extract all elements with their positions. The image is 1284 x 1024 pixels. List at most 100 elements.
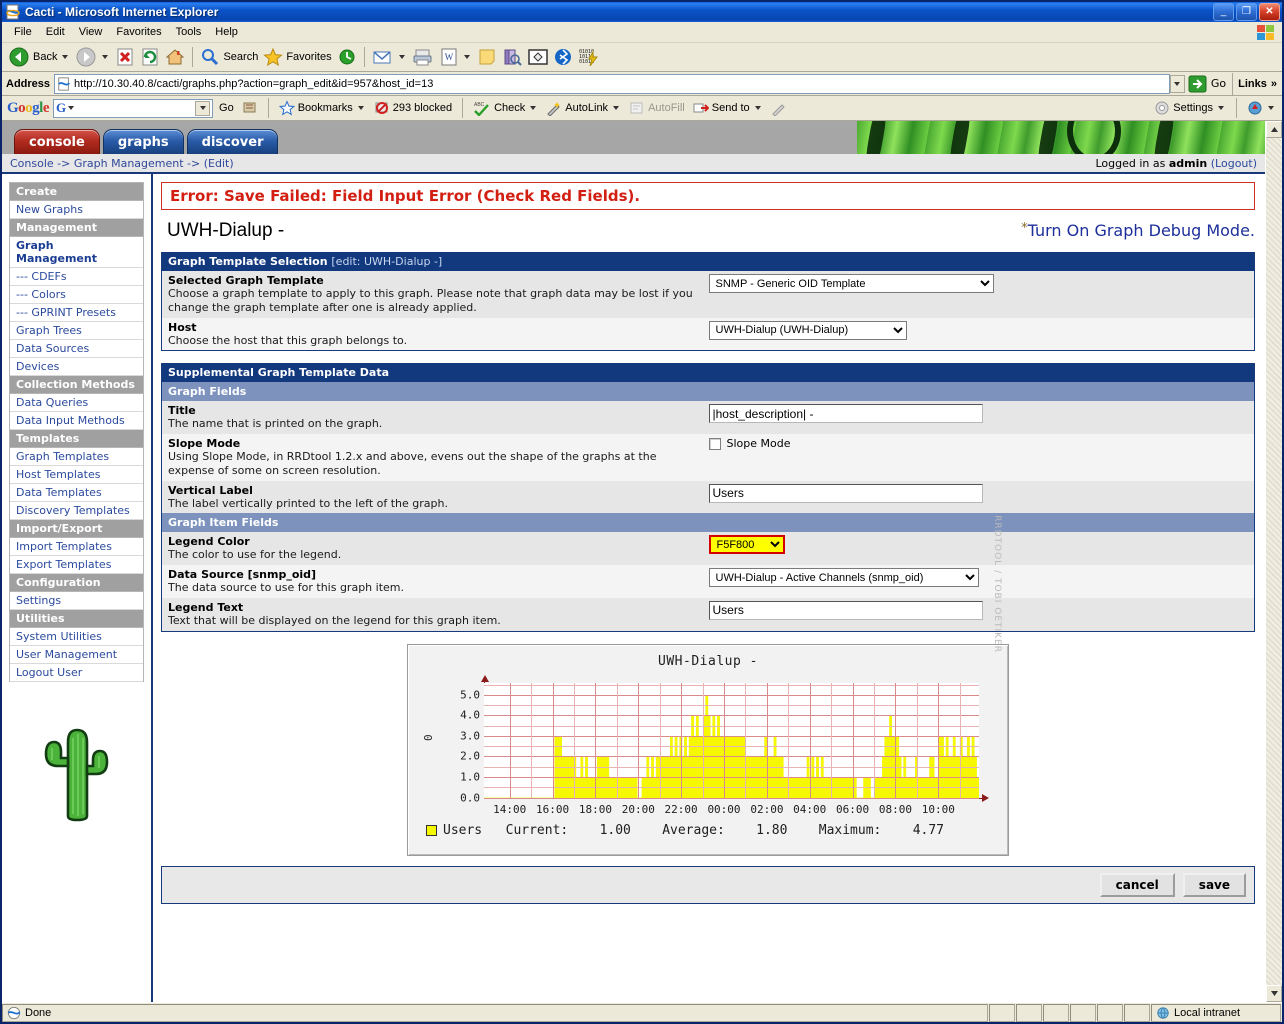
sidebar-item-user-management[interactable]: User Management [10,646,143,664]
host-select[interactable]: UWH-Dialup (UWH-Dialup) [708,320,907,340]
toolbar-separator-1 [192,47,194,67]
bluetooth-button[interactable] [552,45,574,69]
main-content: Error: Save Failed: Field Input Error (C… [153,174,1265,1002]
cancel-button[interactable]: cancel [1099,872,1175,897]
data-source-select[interactable]: UWH-Dialup - Active Channels (snmp_oid) [708,568,979,587]
sidebar-item-data-templates[interactable]: Data Templates [10,484,143,502]
google-autolink-button[interactable]: AutoLink [544,96,623,120]
google-highlight-button[interactable] [240,96,260,120]
chevron-down-icon[interactable] [62,55,69,59]
sidebar-item-host-templates[interactable]: Host Templates [10,466,143,484]
edit-word-button[interactable]: W [437,45,474,69]
close-button[interactable]: ✕ [1259,3,1280,21]
page-scrollbar[interactable] [1265,121,1282,1002]
research-button[interactable] [500,45,524,69]
grid-line-vertical-minor [831,682,833,798]
sidebar-item-data-queries[interactable]: Data Queries [10,394,143,412]
sidebar-item-export-templates[interactable]: Export Templates [10,556,143,574]
sidebar-item-colors[interactable]: --- Colors [10,286,143,304]
sidebar-item-data-sources[interactable]: Data Sources [10,340,143,358]
save-button[interactable]: save [1182,872,1246,897]
chevron-down-icon-forward[interactable] [102,55,109,59]
vertical-label-input[interactable] [708,483,983,503]
menu-tools[interactable]: Tools [169,24,209,40]
google-search-input[interactable]: G [53,98,214,118]
scroll-down-button[interactable] [1266,985,1282,1002]
menu-favorites[interactable]: Favorites [109,24,168,40]
logout-link[interactable]: (Logout) [1211,157,1257,170]
sidebar-item-graph-management[interactable]: Graph Management [10,237,143,268]
messenger-button[interactable] [525,45,551,69]
restore-button[interactable]: ❐ [1236,3,1257,21]
google-bookmarks-button[interactable]: Bookmarks [277,96,368,120]
google-search-dropdown[interactable] [195,100,211,116]
sidebar-item-graph-templates[interactable]: Graph Templates [10,448,143,466]
google-check-button[interactable]: ABC Check [471,96,540,120]
tab-graphs[interactable]: graphs [102,129,184,154]
google-pencil-button[interactable] [769,96,789,120]
google-go-button[interactable]: Go [217,96,236,120]
logged-in-prefix: Logged in as [1095,156,1169,170]
go-button[interactable]: Go [1185,73,1232,95]
stop-button[interactable] [113,45,137,69]
sidebar-item-import-templates[interactable]: Import Templates [10,538,143,556]
menu-file[interactable]: File [7,24,39,40]
menu-help[interactable]: Help [208,24,245,40]
scroll-up-button[interactable] [1266,121,1282,138]
refresh-button[interactable] [138,45,162,69]
menu-view[interactable]: View [72,24,110,40]
back-button[interactable]: Back [6,45,72,69]
forward-button[interactable] [73,45,112,69]
legend-color-select[interactable]: F5F800 [708,535,785,555]
sidebar-item-gprint-presets[interactable]: --- GPRINT Presets [10,304,143,322]
selected-graph-template-select[interactable]: SNMP - Generic OID Template [708,274,994,293]
mail-button[interactable] [370,45,409,69]
binary-tool-button[interactable]: 01010 10110 01011 [575,45,605,69]
chevron-down-icon-edit[interactable] [463,55,470,59]
sidebar-item-logout-user[interactable]: Logout User [10,664,143,682]
chevron-down-icon-autolink[interactable] [613,106,620,110]
search-button[interactable]: Search [198,45,260,69]
graph-debug-mode-link[interactable]: *Turn On Graph Debug Mode. [1021,221,1255,240]
favorites-button[interactable]: Favorites [261,45,333,69]
legend-text-input[interactable] [708,600,983,620]
address-dropdown-button[interactable] [1169,74,1185,93]
google-popup-blocker[interactable]: 293 blocked [372,96,454,120]
menu-edit[interactable]: Edit [39,24,72,40]
google-sendto-button[interactable]: Send to [691,96,765,120]
chevron-down-icon-sendto[interactable] [754,106,761,110]
security-zone-pane[interactable]: Local intranet [1151,1003,1281,1022]
sidebar-item-discovery-templates[interactable]: Discovery Templates [10,502,143,520]
sidebar-item-data-input-methods[interactable]: Data Input Methods [10,412,143,430]
tab-discover[interactable]: discover [186,129,279,154]
breadcrumb-bar: Console -> Graph Management -> (Edit) Lo… [2,154,1265,174]
rrd-graph: UWH-Dialup - 0 RRDTOOL / TOBI OETIKER 0.… [407,515,1009,856]
sidebar-item-new-graphs[interactable]: New Graphs [10,201,143,219]
chevron-down-icon-acrobat[interactable] [1268,106,1274,110]
data-source-value-cell: UWH-Dialup - Active Channels (snmp_oid) [702,565,1255,598]
home-button[interactable] [163,45,187,69]
chevron-down-icon-mail[interactable] [398,55,405,59]
acrobat-button[interactable] [1245,96,1278,120]
minimize-button[interactable]: _ [1213,3,1234,21]
sidebar-item-cdefs[interactable]: --- CDEFs [10,268,143,286]
sidebar-item-graph-trees[interactable]: Graph Trees [10,322,143,340]
title-input[interactable] [708,404,983,424]
sidebar-item-devices[interactable]: Devices [10,358,143,376]
sidebar-item-system-utilities[interactable]: System Utilities [10,628,143,646]
chevron-down-icon-bookmarks[interactable] [357,106,364,110]
sidebar-item-settings[interactable]: Settings [10,592,143,610]
links-overflow-icon[interactable]: » [1271,78,1277,90]
slope-mode-checkbox[interactable] [708,437,721,450]
print-button[interactable] [410,45,436,69]
links-button[interactable]: Links » [1232,72,1282,95]
chevron-down-icon-settings[interactable] [1218,106,1224,110]
tab-console[interactable]: console [14,129,100,154]
scroll-track[interactable] [1266,138,1282,985]
history-button[interactable] [335,45,359,69]
notes-button[interactable] [475,45,499,69]
chevron-down-icon-check[interactable] [530,106,537,110]
breadcrumb[interactable]: Console -> Graph Management -> (Edit) [10,157,1096,170]
google-settings-button[interactable]: Settings [1152,96,1228,120]
address-input[interactable]: http://10.30.40.8/cacti/graphs.php?actio… [54,73,1170,94]
